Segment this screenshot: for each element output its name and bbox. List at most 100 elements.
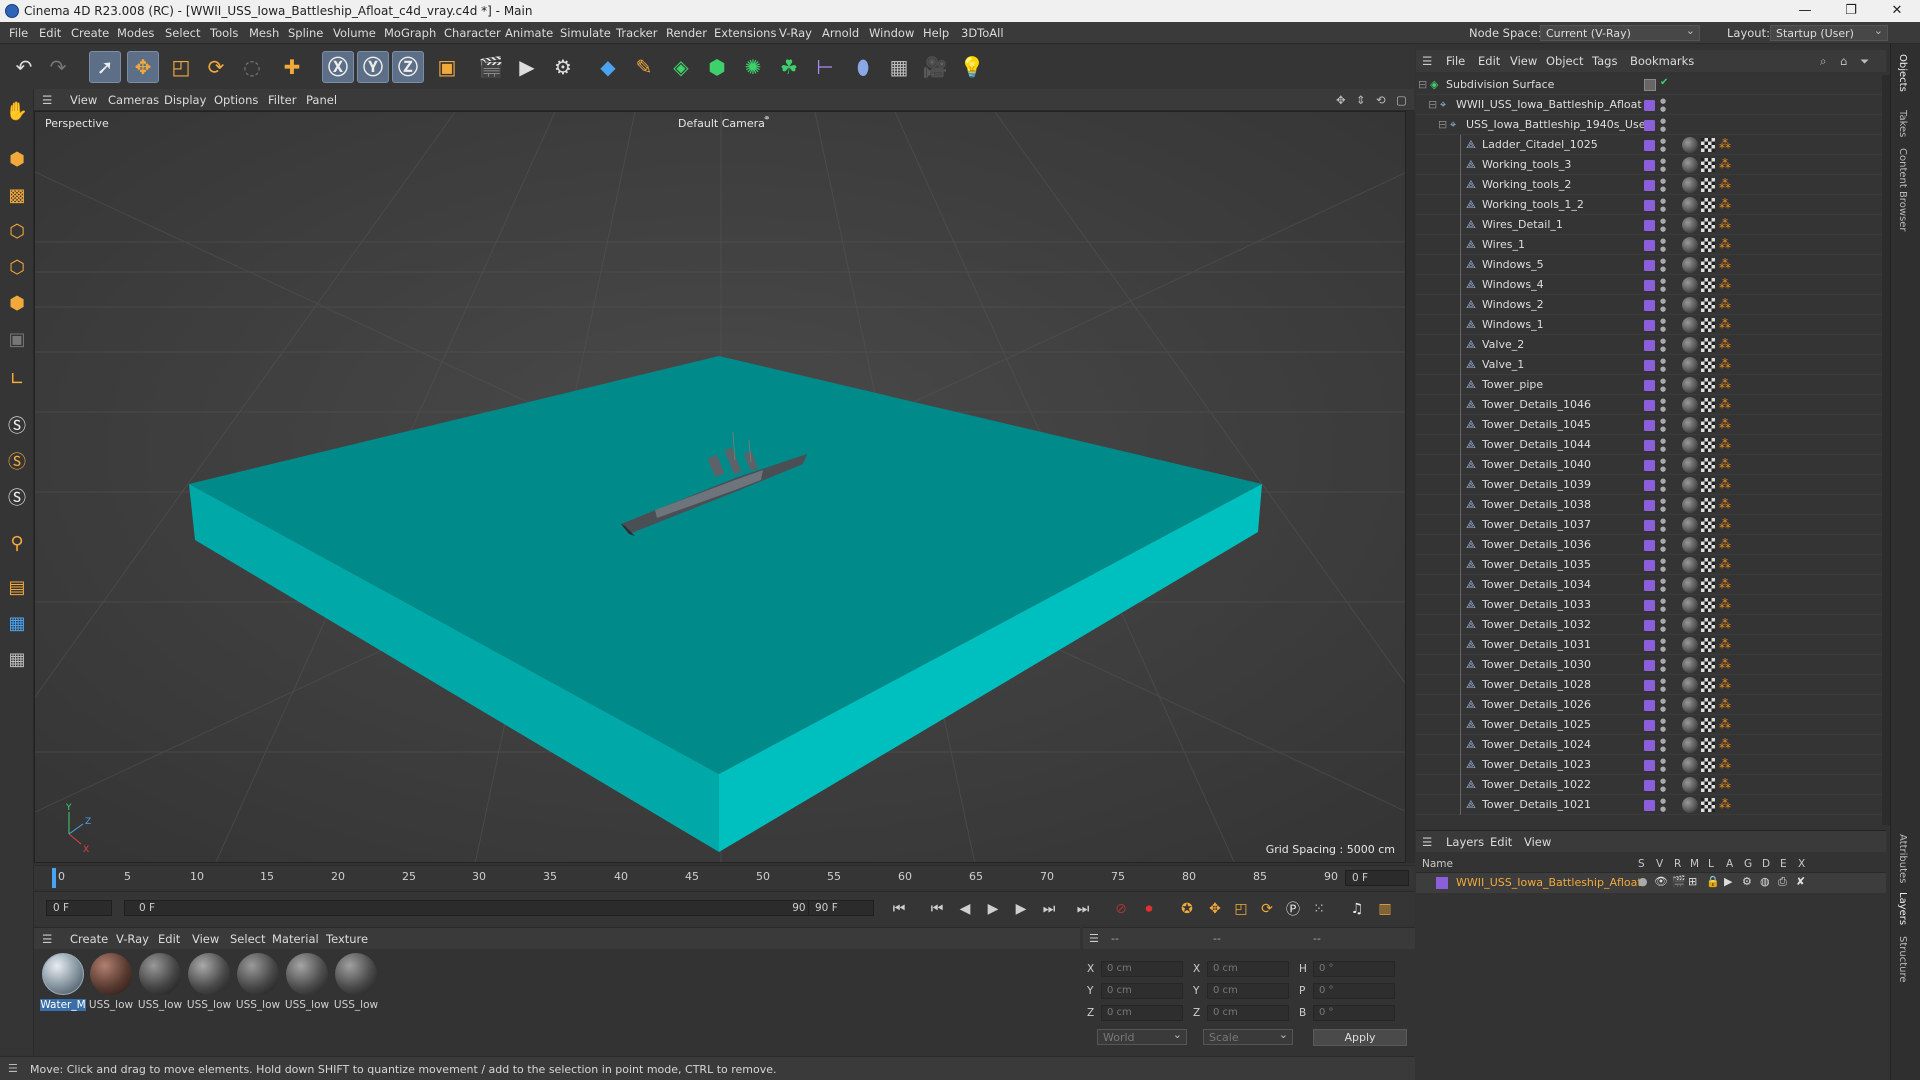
camera-icon[interactable]: 🎥 — [919, 51, 951, 83]
object-row[interactable]: ⟁ Tower_Details_1028 ● ● ⁂ — [1416, 675, 1882, 695]
visibility-dots-icon[interactable]: ● ● — [1660, 397, 1666, 413]
size-z-field[interactable]: 0 cm — [1207, 1005, 1289, 1021]
material-swatch[interactable]: Water_M — [40, 953, 86, 1013]
phong-tag-icon[interactable]: ⁂ — [1719, 217, 1731, 231]
visibility-dots-icon[interactable]: ● ● — [1660, 597, 1666, 613]
phong-tag-icon[interactable]: ⁂ — [1719, 237, 1731, 251]
object-row[interactable]: ⟁ Tower_Details_1024 ● ● ⁂ — [1416, 735, 1882, 755]
render-view-icon[interactable]: 🎬 — [475, 51, 507, 83]
layer-swatch[interactable] — [1644, 560, 1655, 571]
rotation-h-field[interactable]: 0 ° — [1313, 961, 1395, 977]
layer-swatch[interactable] — [1644, 140, 1655, 151]
uvw-tag-icon[interactable] — [1701, 378, 1715, 392]
point-mode-icon[interactable]: ⬡ — [3, 217, 31, 245]
coordinate-system-icon[interactable]: ▣ — [431, 51, 463, 83]
floor-icon[interactable]: ▦ — [883, 51, 915, 83]
material-tag-icon[interactable] — [1682, 497, 1698, 513]
material-tag-icon[interactable] — [1682, 417, 1698, 433]
object-row[interactable]: ⟁ Tower_Details_1040 ● ● ⁂ — [1416, 455, 1882, 475]
menu-mesh[interactable]: Mesh — [249, 26, 279, 40]
phong-tag-icon[interactable]: ⁂ — [1719, 337, 1731, 351]
key-pla-icon[interactable]: ⁙ — [1308, 898, 1330, 920]
object-row[interactable]: ⟁ Tower_Details_1034 ● ● ⁂ — [1416, 575, 1882, 595]
tab-content-browser[interactable]: Content Browser — [1897, 148, 1908, 231]
next-key-icon[interactable]: ⏭ — [1038, 898, 1060, 920]
layer-menu-handle-icon[interactable]: ☰ — [1422, 835, 1432, 849]
object-menu-tags[interactable]: Tags — [1592, 54, 1617, 68]
object-row[interactable]: ⟁ Working_tools_2 ● ● ⁂ — [1416, 175, 1882, 195]
material-tag-icon[interactable] — [1682, 617, 1698, 633]
visibility-dots-icon[interactable]: ● ● — [1660, 117, 1666, 133]
move-icon[interactable]: ✥ — [127, 51, 159, 83]
uvw-tag-icon[interactable] — [1701, 658, 1715, 672]
visibility-dots-icon[interactable]: ● ● — [1660, 457, 1666, 473]
layer-swatch[interactable] — [1644, 440, 1655, 451]
extrude-icon[interactable]: ⬢ — [701, 51, 733, 83]
material-tag-icon[interactable] — [1682, 277, 1698, 293]
phong-tag-icon[interactable]: ⁂ — [1719, 377, 1731, 391]
visibility-dots-icon[interactable]: ● ● — [1660, 677, 1666, 693]
object-row[interactable]: ⟁ Tower_Details_1039 ● ● ⁂ — [1416, 475, 1882, 495]
material-tag-icon[interactable] — [1682, 237, 1698, 253]
recent-tools-icon[interactable]: ◌ — [236, 51, 268, 83]
object-menu-file[interactable]: File — [1446, 54, 1465, 68]
layer-swatch[interactable] — [1644, 120, 1655, 131]
phong-tag-icon[interactable]: ⁂ — [1719, 637, 1731, 651]
phong-tag-icon[interactable]: ⁂ — [1719, 697, 1731, 711]
viewport-rotate-icon[interactable]: ⟲ — [1376, 93, 1386, 107]
material-swatch[interactable]: USS_low — [284, 953, 330, 1013]
scale-icon[interactable]: ◰ — [165, 51, 197, 83]
menu-volume[interactable]: Volume — [333, 26, 376, 40]
phong-tag-icon[interactable]: ⁂ — [1719, 397, 1731, 411]
phong-tag-icon[interactable]: ⁂ — [1719, 537, 1731, 551]
visibility-dots-icon[interactable]: ● ● — [1660, 217, 1666, 233]
material-tag-icon[interactable] — [1682, 377, 1698, 393]
go-to-start-icon[interactable]: ⏮ — [888, 898, 910, 920]
layer-swatch[interactable] — [1644, 160, 1655, 171]
uvw-tag-icon[interactable] — [1701, 758, 1715, 772]
next-frame-icon[interactable]: ▶ — [1010, 898, 1032, 920]
layer-xref-icon[interactable]: ✘ — [1796, 875, 1805, 888]
phong-tag-icon[interactable]: ⁂ — [1719, 317, 1731, 331]
material-tag-icon[interactable] — [1682, 537, 1698, 553]
quantize-icon[interactable]: Ⓢ — [3, 483, 31, 511]
viewport-menu-view[interactable]: View — [70, 93, 97, 107]
phong-tag-icon[interactable]: ⁂ — [1719, 797, 1731, 811]
material-tag-icon[interactable] — [1682, 577, 1698, 593]
phong-tag-icon[interactable]: ⁂ — [1719, 357, 1731, 371]
visibility-dots-icon[interactable]: ● ● — [1660, 757, 1666, 773]
material-tag-icon[interactable] — [1682, 217, 1698, 233]
visibility-dots-icon[interactable]: ● ● — [1660, 637, 1666, 653]
object-row[interactable]: ⊟ ⌖ USS_Iowa_Battleship_1940s_Used ● ● — [1416, 115, 1882, 135]
uvw-tag-icon[interactable] — [1701, 358, 1715, 372]
material-tag-icon[interactable] — [1682, 317, 1698, 333]
menu-create[interactable]: Create — [71, 26, 109, 40]
visibility-dots-icon[interactable]: ● ● — [1660, 137, 1666, 153]
object-row[interactable]: ⟁ Windows_1 ● ● ⁂ — [1416, 315, 1882, 335]
material-tag-icon[interactable] — [1682, 517, 1698, 533]
menu-file[interactable]: File — [9, 26, 28, 40]
live-select-icon[interactable]: ➚ — [89, 51, 121, 83]
start-frame-field[interactable]: 0 F — [46, 900, 112, 916]
phong-tag-icon[interactable]: ⁂ — [1719, 157, 1731, 171]
object-row[interactable]: ⟁ Tower_Details_1036 ● ● ⁂ — [1416, 535, 1882, 555]
uvw-tag-icon[interactable] — [1701, 638, 1715, 652]
phong-tag-icon[interactable]: ⁂ — [1719, 517, 1731, 531]
visibility-dots-icon[interactable]: ● ● — [1660, 717, 1666, 733]
visibility-dots-icon[interactable]: ● ● — [1660, 277, 1666, 293]
uvw-tag-icon[interactable] — [1701, 458, 1715, 472]
key-scale-icon[interactable]: ◰ — [1230, 898, 1252, 920]
status-menu-icon[interactable]: ☰ — [8, 1062, 18, 1075]
object-row[interactable]: ⟁ Tower_Details_1035 ● ● ⁂ — [1416, 555, 1882, 575]
visibility-dots-icon[interactable]: ● ● — [1660, 797, 1666, 813]
uvw-tag-icon[interactable] — [1701, 538, 1715, 552]
phong-tag-icon[interactable]: ⁂ — [1719, 277, 1731, 291]
material-tag-icon[interactable] — [1682, 777, 1698, 793]
uvw-tag-icon[interactable] — [1701, 318, 1715, 332]
apply-button[interactable]: Apply — [1313, 1029, 1407, 1046]
menu-spline[interactable]: Spline — [288, 26, 323, 40]
menu-render[interactable]: Render — [666, 26, 707, 40]
node-space-dropdown[interactable]: Current (V-Ray) — [1540, 24, 1700, 41]
uvw-tag-icon[interactable] — [1701, 198, 1715, 212]
material-tag-icon[interactable] — [1682, 737, 1698, 753]
